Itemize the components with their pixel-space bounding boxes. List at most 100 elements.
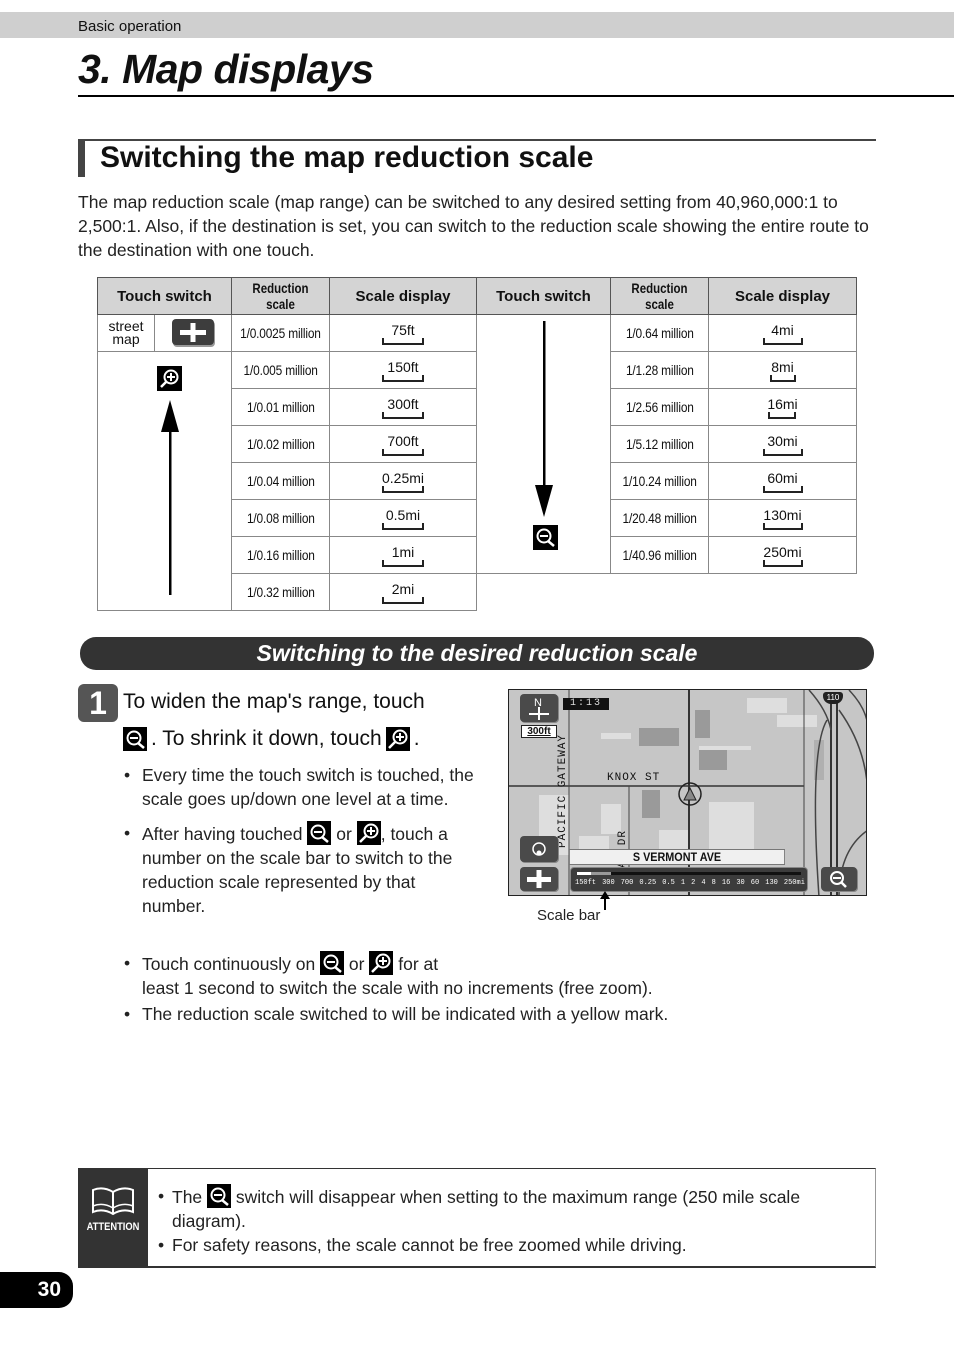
scale-bar-labels: 150ft 300 700 0.25 0.5 1 2 4 8 16 30 60 130 250mi [575, 879, 805, 889]
scale-display-cell: 1mi [329, 536, 477, 574]
reduction-scale-cell: 1/0.64 million [610, 314, 709, 352]
scale-display-cell: 8mi [708, 351, 857, 389]
current-street-bar: S VERMONT AVE [569, 849, 785, 865]
clock-display: 1:13 [563, 698, 609, 710]
street-label: KNOX ST [607, 772, 661, 784]
zoom-out-button[interactable] [821, 867, 857, 891]
scale-bar-label[interactable]: 4 [701, 879, 705, 889]
north-up-button[interactable]: N [520, 694, 558, 722]
step-bullets-continued: Touch continuously on or for at least 1 … [122, 951, 882, 1036]
page-number: 30 [0, 1272, 73, 1308]
reduction-scale-cell: 1/5.12 million [610, 425, 709, 463]
bullet-item: Every time the touch switch is touched, … [122, 763, 482, 811]
street-map-label: street map [97, 314, 155, 352]
attention-note: For safety reasons, the scale cannot be … [158, 1233, 858, 1257]
zoom-out-direction-cell [476, 314, 611, 574]
street-map-button-cell [154, 314, 232, 352]
reduction-scale-cell: 1/40.96 million [610, 536, 709, 574]
zoom-in-icon[interactable] [385, 727, 410, 751]
zoom-out-icon[interactable] [320, 951, 345, 975]
reduction-scale-cell: 1/0.0025 million [231, 314, 330, 352]
col-header-scale-display: Scale display [708, 277, 857, 315]
scale-bar-label[interactable]: 130 [765, 879, 778, 889]
caption-arrowhead-icon [600, 891, 610, 899]
intro-paragraph: The map reduction scale (map range) can … [78, 192, 869, 260]
scale-display-cell: 2mi [329, 573, 477, 611]
scale-bar-label[interactable]: 60 [751, 879, 759, 889]
chapter-title: 3. Map displays [78, 46, 374, 92]
zoom-out-icon[interactable] [123, 727, 147, 751]
scale-bar-range [591, 872, 611, 875]
street-map-button[interactable] [520, 867, 558, 891]
reduction-scale-cell: 1/0.08 million [231, 499, 330, 537]
section-accent-bar [78, 139, 85, 177]
subsection-title: Switching to the desired reduction scale [80, 637, 874, 670]
scale-indicator-badge: 300ft [521, 725, 557, 738]
scale-bar-label[interactable]: 16 [722, 879, 730, 889]
reduction-scale-cell: 1/0.04 million [231, 462, 330, 500]
scale-display-cell: 150ft [329, 351, 477, 389]
zoom-in-icon[interactable] [356, 821, 381, 845]
zoom-in-icon[interactable] [157, 366, 182, 391]
chapter-divider [78, 95, 954, 97]
route-button[interactable] [520, 836, 558, 862]
scale-bar-label[interactable]: 250mi [784, 879, 805, 889]
scale-bar-label[interactable]: 0.5 [662, 879, 675, 889]
scale-display-cell: 60mi [708, 462, 857, 500]
zoom-out-icon [207, 1184, 232, 1208]
arrow-up-icon [161, 400, 179, 595]
scale-bar-track [577, 872, 801, 875]
scale-display-cell: 300ft [329, 388, 477, 426]
step-number-badge: 1 [78, 684, 118, 722]
zoom-out-icon[interactable] [533, 525, 558, 550]
street-label: PACIFIC GATEWAY [557, 733, 569, 848]
reduction-scale-cell: 1/2.56 million [610, 388, 709, 426]
circle-route-icon [532, 842, 546, 856]
scale-bar-label[interactable]: 0.25 [639, 879, 656, 889]
scale-display-cell: 75ft [329, 314, 477, 352]
section-label: Basic operation [78, 18, 182, 35]
scale-bar-label[interactable]: 8 [712, 879, 716, 889]
reduction-scale-cell: 1/10.24 million [610, 462, 709, 500]
scale-display-cell: 250mi [708, 536, 857, 574]
reduction-scale-cell: 1/0.005 million [231, 351, 330, 389]
scale-bar-label[interactable]: 700 [621, 879, 634, 889]
bullet-item: Touch continuously on or for at least 1 … [122, 951, 882, 1000]
scale-bar-label[interactable]: 30 [736, 879, 744, 889]
header-band: Basic operation [0, 12, 954, 38]
col-header-reduction-scale: Reduction scale [610, 277, 709, 315]
scale-display-cell: 130mi [708, 499, 857, 537]
attention-box: ATTENTION The switch will disappear when… [78, 1168, 876, 1268]
scale-bar-label[interactable]: 300 [602, 879, 615, 889]
scale-bar[interactable]: 150ft 300 700 0.25 0.5 1 2 4 8 16 30 60 130 250mi [570, 867, 808, 892]
street-map-button[interactable] [172, 318, 214, 345]
col-header-scale-display: Scale display [329, 277, 477, 315]
scale-bar-label[interactable]: 2 [691, 879, 695, 889]
reduction-scale-cell: 1/0.01 million [231, 388, 330, 426]
highway-shield: 110 [823, 692, 843, 704]
step-text: . To shrink it down, touch [151, 727, 382, 750]
attention-sidebar: ATTENTION [78, 1169, 148, 1266]
reduction-scale-cell: 1/1.28 million [610, 351, 709, 389]
scale-table-left: Touch switch Reduction scale Scale displ… [97, 277, 477, 611]
scale-display-cell: 30mi [708, 425, 857, 463]
step-instruction-line1: To widen the map's range, touch [123, 690, 425, 713]
step-bullets: Every time the touch switch is touched, … [122, 763, 482, 928]
attention-notes: The switch will disappear when setting t… [158, 1184, 858, 1257]
reduction-scale-cell: 1/0.16 million [231, 536, 330, 574]
bullet-item: After having touched or , touch a number… [122, 821, 482, 918]
scale-bar-label[interactable]: 150ft [575, 879, 596, 889]
scale-bar-label[interactable]: 1 [681, 879, 685, 889]
scale-table-right: Touch switch Reduction scale Scale displ… [476, 277, 857, 574]
table-row: 1/0.005 million 150ft [97, 351, 477, 611]
scale-bar-position-mark [577, 872, 591, 875]
step-text-end: . [413, 727, 420, 750]
step-instruction-line2: . To shrink it down, touch . [123, 727, 420, 751]
zoom-out-icon[interactable] [307, 821, 332, 845]
zoom-in-icon[interactable] [369, 951, 394, 975]
attention-note: The switch will disappear when setting t… [158, 1184, 858, 1233]
navigation-map-screen: 110 N 1:13 300ft KNOX ST PACIFIC GATEWAY… [508, 689, 867, 896]
col-header-touch-switch: Touch switch [97, 277, 232, 315]
crossroad-icon [180, 322, 206, 342]
compass-north-icon: N [529, 697, 549, 720]
